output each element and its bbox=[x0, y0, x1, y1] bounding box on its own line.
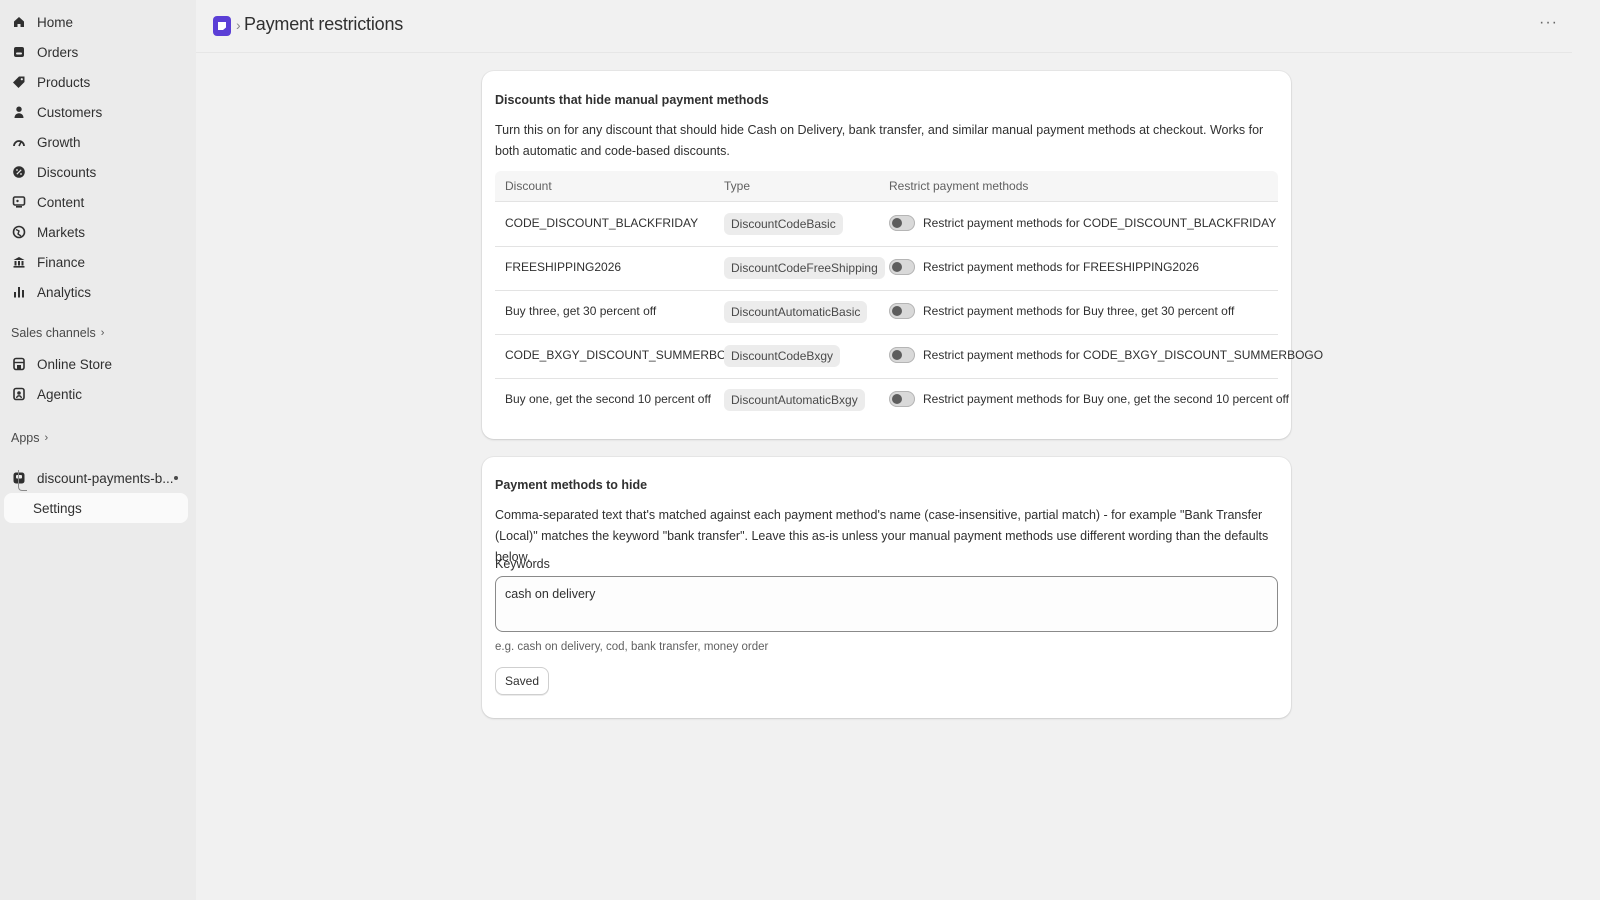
sidebar-item-label: Growth bbox=[37, 134, 81, 150]
restrict-toggle[interactable] bbox=[889, 391, 915, 407]
column-header-type: Type bbox=[724, 179, 751, 193]
toggle-knob bbox=[892, 350, 902, 360]
sidebar-item-online-store[interactable]: Online Store bbox=[4, 349, 188, 379]
restrict-toggle-label[interactable]: Restrict payment methods for Buy three, … bbox=[923, 304, 1234, 318]
restrict-toggle[interactable] bbox=[889, 303, 915, 319]
bar-chart-icon bbox=[12, 285, 26, 299]
toggle-knob bbox=[892, 306, 902, 316]
toggle-knob bbox=[892, 394, 902, 404]
discount-name: CODE_BXGY_DISCOUNT_SUMMERBOGO bbox=[505, 348, 746, 362]
sidebar: Home Orders Products Customers Growth Di… bbox=[0, 0, 196, 900]
restrict-toggle[interactable] bbox=[889, 259, 915, 275]
tree-connector bbox=[18, 470, 27, 491]
discount-type-badge: DiscountAutomaticBxgy bbox=[724, 389, 865, 411]
apps-header[interactable]: Apps › bbox=[11, 431, 48, 445]
table-row: Buy three, get 30 percent off DiscountAu… bbox=[495, 290, 1278, 335]
more-actions-button[interactable]: ··· bbox=[1539, 14, 1558, 32]
sidebar-item-label: Agentic bbox=[37, 386, 83, 402]
sidebar-item-markets[interactable]: Markets bbox=[4, 217, 188, 247]
sidebar-item-label: Analytics bbox=[37, 284, 92, 300]
restrict-toggle[interactable] bbox=[889, 215, 915, 231]
discounts-card-description: Turn this on for any discount that shoul… bbox=[495, 123, 1264, 158]
sidebar-item-content[interactable]: Content bbox=[4, 187, 188, 217]
sidebar-item-label: Products bbox=[37, 74, 91, 90]
app-name-label: discount-payments-b... bbox=[37, 470, 174, 486]
sidebar-item-finance[interactable]: Finance bbox=[4, 247, 188, 277]
discount-type-badge: DiscountCodeBxgy bbox=[724, 345, 841, 367]
growth-icon bbox=[12, 135, 26, 149]
discounts-card-title: Discounts that hide manual payment metho… bbox=[495, 93, 769, 107]
sidebar-item-label: Markets bbox=[37, 224, 86, 240]
sidebar-item-discounts[interactable]: Discounts bbox=[4, 157, 188, 187]
sidebar-item-label: Orders bbox=[37, 44, 79, 60]
payment-card-title: Payment methods to hide bbox=[495, 478, 648, 492]
main-content: › Payment restrictions ··· Discounts tha… bbox=[196, 0, 1600, 900]
sidebar-item-products[interactable]: Products bbox=[4, 67, 188, 97]
discount-name: Buy one, get the second 10 percent off bbox=[505, 392, 711, 406]
page-header: › Payment restrictions ··· bbox=[196, 0, 1572, 53]
sidebar-item-label: Settings bbox=[33, 500, 82, 516]
sidebar-item-app[interactable]: discount-payments-b... bbox=[4, 463, 188, 493]
sidebar-item-agentic[interactable]: Agentic bbox=[4, 379, 188, 409]
content-icon bbox=[12, 195, 26, 209]
breadcrumb-separator: › bbox=[236, 17, 241, 33]
restrict-toggle[interactable] bbox=[889, 347, 915, 363]
discount-type-badge: DiscountAutomaticBasic bbox=[724, 301, 868, 323]
sidebar-item-label: Discounts bbox=[37, 164, 97, 180]
sidebar-item-home[interactable]: Home bbox=[4, 7, 188, 37]
sidebar-item-customers[interactable]: Customers bbox=[4, 97, 188, 127]
restrict-toggle-label[interactable]: Restrict payment methods for Buy one, ge… bbox=[923, 392, 1289, 406]
globe-icon bbox=[12, 225, 26, 239]
sidebar-item-growth[interactable]: Growth bbox=[4, 127, 188, 157]
chevron-right-icon: › bbox=[44, 432, 49, 444]
discounts-card: Discounts that hide manual payment metho… bbox=[482, 71, 1323, 439]
restrict-toggle-label[interactable]: Restrict payment methods for CODE_DISCOU… bbox=[923, 216, 1276, 230]
table-row: FREESHIPPING2026 DiscountCodeFreeShippin… bbox=[495, 246, 1278, 291]
keywords-label: Keywords bbox=[495, 557, 550, 571]
chevron-right-icon: › bbox=[100, 327, 105, 339]
sidebar-item-label: Online Store bbox=[37, 356, 113, 372]
keywords-input[interactable]: cash on delivery bbox=[495, 576, 1278, 632]
app-status-dot bbox=[174, 476, 178, 480]
orders-icon bbox=[12, 45, 26, 59]
table-row: CODE_BXGY_DISCOUNT_SUMMERBOGO DiscountCo… bbox=[495, 334, 1323, 379]
page-title: Payment restrictions bbox=[244, 14, 404, 34]
toggle-knob bbox=[892, 218, 902, 228]
discount-name: CODE_DISCOUNT_BLACKFRIDAY bbox=[505, 216, 699, 230]
sidebar-item-label: Finance bbox=[37, 254, 86, 270]
keywords-help-text: e.g. cash on delivery, cod, bank transfe… bbox=[495, 641, 769, 653]
table-row: Buy one, get the second 10 percent off D… bbox=[495, 378, 1289, 422]
table-row: CODE_DISCOUNT_BLACKFRIDAY DiscountCodeBa… bbox=[495, 202, 1278, 247]
column-header-restrict: Restrict payment methods bbox=[889, 179, 1029, 193]
discount-name: FREESHIPPING2026 bbox=[505, 260, 622, 274]
sidebar-item-label: Home bbox=[37, 14, 74, 30]
sidebar-item-label: Content bbox=[37, 194, 85, 210]
sidebar-item-settings[interactable]: Settings bbox=[4, 493, 188, 523]
payment-methods-card: Payment methods to hide Comma-separated … bbox=[482, 457, 1291, 718]
sales-channels-header[interactable]: Sales channels › bbox=[11, 326, 104, 340]
tag-icon bbox=[12, 75, 26, 89]
apps-label: Apps bbox=[11, 431, 40, 445]
save-button[interactable]: Saved bbox=[495, 667, 550, 695]
toggle-knob bbox=[892, 262, 902, 272]
discount-type-badge: DiscountCodeFreeShipping bbox=[724, 257, 885, 279]
bank-icon bbox=[12, 255, 26, 269]
restrict-toggle-label[interactable]: Restrict payment methods for FREESHIPPIN… bbox=[923, 260, 1199, 274]
payment-card-description: Comma-separated text that's matched agai… bbox=[495, 508, 1269, 564]
restrict-toggle-label[interactable]: Restrict payment methods for CODE_BXGY_D… bbox=[923, 348, 1323, 362]
sidebar-item-analytics[interactable]: Analytics bbox=[4, 277, 188, 307]
home-icon bbox=[12, 15, 26, 29]
discount-icon bbox=[12, 165, 26, 179]
discount-type-badge: DiscountCodeBasic bbox=[724, 213, 843, 235]
sales-channels-label: Sales channels bbox=[11, 326, 96, 340]
agentic-icon bbox=[12, 387, 26, 401]
store-icon bbox=[12, 357, 26, 371]
app-logo-icon[interactable] bbox=[213, 16, 231, 36]
table-header: Discount Type Restrict payment methods bbox=[495, 171, 1278, 202]
column-header-discount: Discount bbox=[505, 179, 552, 193]
sidebar-item-label: Customers bbox=[37, 104, 103, 120]
sidebar-item-orders[interactable]: Orders bbox=[4, 37, 188, 67]
discount-name: Buy three, get 30 percent off bbox=[505, 304, 657, 318]
person-icon bbox=[12, 105, 26, 119]
